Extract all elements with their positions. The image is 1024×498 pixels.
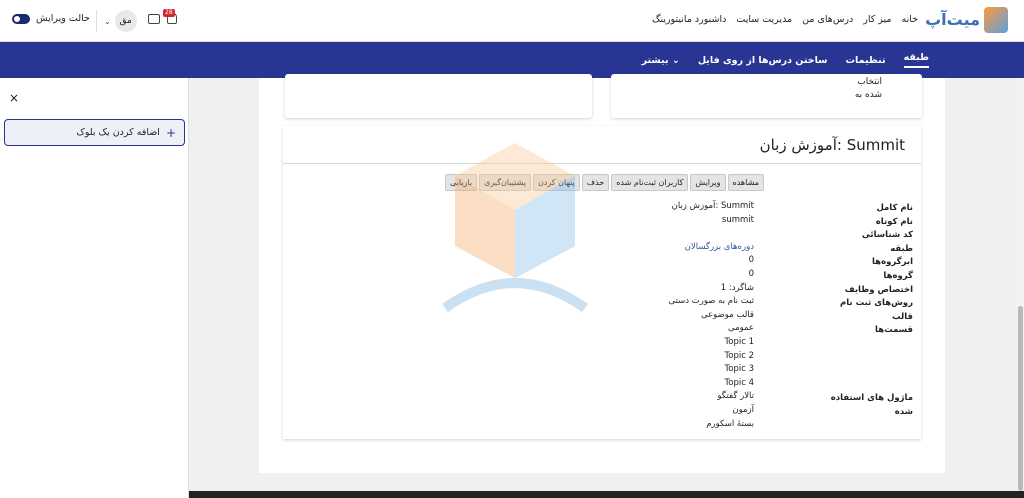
logo-icon xyxy=(984,7,1008,33)
backup-button[interactable]: پشتیبان‌گیری xyxy=(479,174,531,191)
value-section: عمومی xyxy=(727,323,754,334)
block-drawer: × + اضافه کردن یک بلوک xyxy=(0,78,189,498)
label-sections: قسمت‌ها xyxy=(875,325,913,336)
user-menu[interactable]: ⌄ مق xyxy=(104,10,137,32)
main-content: انتخاب شده به آموزش زبان: Summit مشاهده … xyxy=(259,74,945,473)
detail-values: آموزش زبان: Summit summit دوره‌های بزرگس… xyxy=(554,200,755,431)
primary-nav: خانه میز کار درس‌های من مدیریت سایت داشب… xyxy=(652,14,918,25)
value-idnumber xyxy=(554,227,754,241)
message-icon[interactable] xyxy=(148,14,160,24)
label-role-assignments: اختصاص وظایف xyxy=(844,284,913,295)
tab-upload-courses[interactable]: ساختن درس‌ها از روی فایل xyxy=(698,55,828,66)
value-category-row: دوره‌های بزرگسالان xyxy=(554,241,754,255)
label-modules-used: ماژول های استفاده شده xyxy=(830,393,913,417)
course-actions: مشاهده ویرایش کاربران ثبت‌نام شده حذف پن… xyxy=(445,174,764,191)
tab-more[interactable]: بیشتر ⌄ xyxy=(642,55,680,66)
previous-card-line: شده به xyxy=(854,90,882,100)
enrolled-users-button[interactable]: کاربران ثبت‌نام شده xyxy=(611,174,689,191)
label-groupings: ابرگروه‌ها xyxy=(871,257,913,268)
previous-card-left xyxy=(285,74,592,118)
value-enrolment-methods: ثبت نام به صورت دستی xyxy=(668,296,755,307)
course-title: آموزش زبان: Summit xyxy=(759,136,905,154)
nav-my-courses[interactable]: درس‌های من xyxy=(802,14,853,25)
logo-text: میت‌آپ xyxy=(925,10,980,29)
label-spacer xyxy=(813,379,913,393)
value-module: بستهٔ اسکورم xyxy=(706,418,754,429)
restore-button[interactable]: بازیابی xyxy=(445,174,478,191)
nav-site-admin[interactable]: مدیریت سایت xyxy=(736,14,792,25)
delete-button[interactable]: حذف xyxy=(581,174,610,191)
toggle-switch[interactable] xyxy=(12,13,30,24)
label-shortname: نام کوتاه xyxy=(875,216,913,227)
value-format: قالب موضوعی xyxy=(700,309,754,320)
label-idnumber: کد شناسائی xyxy=(861,230,913,241)
tab-category[interactable]: طبقه xyxy=(903,52,929,68)
chevron-down-icon: ⌄ xyxy=(104,16,111,26)
plus-icon: + xyxy=(165,125,176,140)
detail-labels: نام کامل نام کوتاه کد شناسائی طبقه ابرگر… xyxy=(813,202,913,417)
secondary-nav: طبقه تنظیمات ساختن درس‌ها از روی فایل بی… xyxy=(642,42,929,78)
label-category: طبقه xyxy=(890,243,913,254)
category-link[interactable]: دوره‌های بزرگسالان xyxy=(685,242,754,252)
divider xyxy=(96,10,97,32)
value-section: Topic 4 xyxy=(724,377,755,388)
value-module: آزمون xyxy=(732,404,754,415)
label-spacer xyxy=(813,338,913,352)
nav-dashboard[interactable]: میز کار xyxy=(863,14,891,25)
label-fullname: نام کامل xyxy=(876,203,913,213)
scrollbar-thumb[interactable] xyxy=(1018,306,1023,491)
label-groups: گروه‌ها xyxy=(883,270,913,281)
top-bar: میت‌آپ خانه میز کار درس‌های من مدیریت سا… xyxy=(0,0,1024,42)
tab-settings[interactable]: تنظیمات xyxy=(846,55,886,66)
value-module: تالار گفتگو xyxy=(717,391,754,402)
label-spacer xyxy=(813,352,913,366)
edit-mode-toggle[interactable]: حالت ویرایش xyxy=(12,13,90,24)
add-block-label: اضافه کردن یک بلوک xyxy=(76,127,160,138)
value-section: Topic 1 xyxy=(724,336,755,347)
label-format: قالب xyxy=(892,311,913,322)
page-footer xyxy=(189,491,1024,498)
course-card: آموزش زبان: Summit مشاهده ویرایش کاربران… xyxy=(283,126,921,439)
previous-card-text: انتخاب شده به xyxy=(855,76,882,102)
value-section: Topic 3 xyxy=(724,364,755,375)
add-block-button[interactable]: + اضافه کردن یک بلوک xyxy=(4,119,185,146)
value-groups: 0 xyxy=(748,268,754,279)
secondary-nav-bar: طبقه تنظیمات ساختن درس‌ها از روی فایل بی… xyxy=(0,42,1024,78)
nav-home[interactable]: خانه xyxy=(901,14,918,25)
value-role-assignments: شاگرد: 1 xyxy=(720,282,754,293)
value-groupings: 0 xyxy=(748,255,754,266)
divider xyxy=(283,163,921,164)
label-enrolment-methods: روش‌های ثبت نام xyxy=(840,298,913,309)
previous-card-line: انتخاب xyxy=(857,77,882,87)
nav-monitoring-dashboard[interactable]: داشبورد مانیتورینگ xyxy=(652,14,726,25)
hide-button[interactable]: پنهان کردن xyxy=(532,174,580,191)
label-spacer xyxy=(813,365,913,379)
site-logo[interactable]: میت‌آپ xyxy=(925,7,1008,35)
value-section: Topic 2 xyxy=(724,350,755,361)
avatar[interactable]: مق xyxy=(114,10,137,32)
edit-button[interactable]: ویرایش xyxy=(690,174,726,191)
scrollbar[interactable] xyxy=(1017,78,1024,491)
edit-mode-label: حالت ویرایش xyxy=(36,13,90,24)
previous-card-right: انتخاب شده به xyxy=(611,74,922,118)
value-fullname: آموزش زبان: Summit xyxy=(671,201,754,211)
notification-badge: 28 xyxy=(163,9,175,17)
value-shortname: summit xyxy=(721,214,754,225)
close-icon[interactable]: × xyxy=(9,91,19,105)
view-button[interactable]: مشاهده xyxy=(727,174,764,191)
